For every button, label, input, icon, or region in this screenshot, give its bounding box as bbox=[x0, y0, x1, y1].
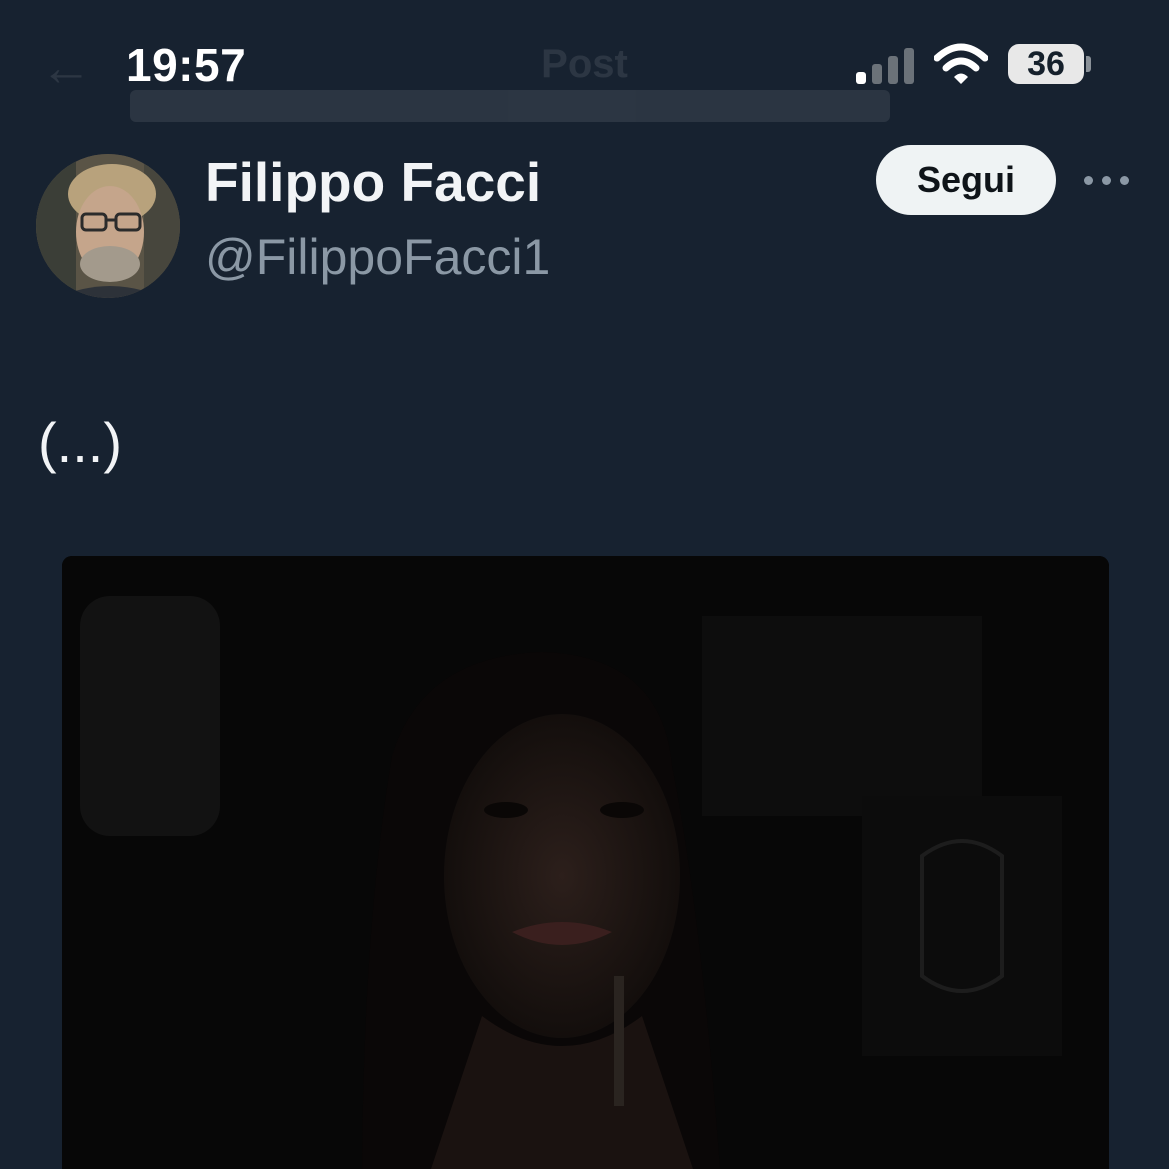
post-text: (...) bbox=[38, 411, 122, 474]
post-media-image[interactable] bbox=[62, 556, 1109, 1169]
cellular-signal-icon bbox=[856, 44, 914, 84]
post-photo bbox=[62, 556, 1109, 1169]
battery-cap bbox=[1086, 56, 1091, 72]
follow-button[interactable]: Segui bbox=[876, 145, 1056, 215]
avatar[interactable] bbox=[36, 154, 180, 298]
avatar-photo bbox=[36, 154, 180, 298]
status-time: 19:57 bbox=[126, 39, 247, 91]
battery-level: 36 bbox=[1027, 45, 1065, 83]
author-handle[interactable]: @FilippoFacci1 bbox=[205, 228, 550, 286]
post-screen: ← Post 19:57 36 Filippo Facci @FilippoFa… bbox=[0, 0, 1169, 1169]
wifi-icon bbox=[934, 43, 988, 84]
more-dots-icon[interactable] bbox=[1084, 160, 1130, 200]
nav-subtitle-bar bbox=[130, 90, 890, 122]
author-display-name[interactable]: Filippo Facci bbox=[205, 150, 541, 214]
battery-icon: 36 bbox=[1008, 44, 1084, 84]
